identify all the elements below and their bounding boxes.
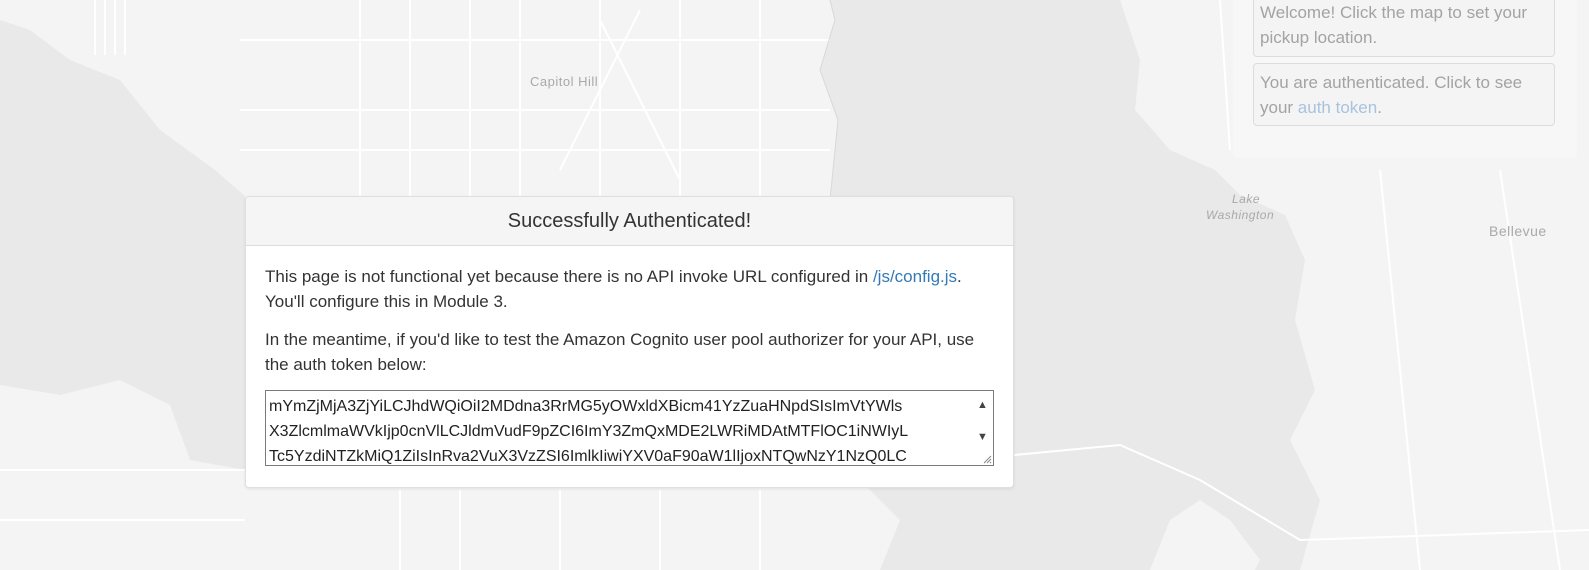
token-line: X3ZlcmlmaWVkIjp0cnVlLCJldmVudF9pZCI6ImY3… [269, 423, 909, 440]
message-welcome-text: Welcome! Click the map to set your picku… [1260, 3, 1528, 47]
config-js-link[interactable]: /js/config.js [873, 267, 957, 286]
land-island [1150, 500, 1260, 570]
map-label-lake: Lake [1232, 192, 1261, 206]
token-line: Tc5YzdiNTZkMiQ1ZiIsInRva2VuX3VzZSI6ImlkI… [269, 448, 907, 465]
auth-modal: Successfully Authenticated! This page is… [245, 196, 1014, 488]
token-line: mYmZjMjA3ZjYiLCJhdWQiOiI2MDdna3RrMG5yOWx… [269, 398, 903, 415]
message-welcome: Welcome! Click the map to set your picku… [1253, 0, 1555, 57]
map-label-washington: Washington [1206, 208, 1275, 222]
message-authenticated-period: . [1377, 98, 1382, 117]
paragraph-config-text: This page is not functional yet because … [265, 267, 873, 286]
map-label-capitol-hill: Capitol Hill [530, 74, 599, 89]
message-authenticated: You are authenticated. Click to see your… [1253, 63, 1555, 126]
modal-header: Successfully Authenticated! [246, 197, 1013, 246]
modal-title: Successfully Authenticated! [507, 210, 752, 232]
auth-token-text: mYmZjMjA3ZjYiLCJhdWQiOiI2MDdna3RrMG5yOWx… [269, 394, 969, 465]
auth-token-textarea[interactable]: mYmZjMjA3ZjYiLCJhdWQiOiI2MDdna3RrMG5yOWx… [265, 390, 994, 466]
map-label-bellevue: Bellevue [1489, 223, 1547, 239]
modal-paragraph-config: This page is not functional yet because … [265, 264, 994, 314]
resize-grip-icon[interactable] [982, 454, 992, 464]
auth-token-link[interactable]: auth token [1298, 98, 1377, 117]
modal-paragraph-token: In the meantime, if you'd like to test t… [265, 330, 975, 374]
scroll-down-icon[interactable]: ▼ [977, 425, 988, 450]
modal-body: This page is not functional yet because … [246, 246, 1013, 466]
scroll-up-icon[interactable]: ▲ [977, 393, 988, 418]
